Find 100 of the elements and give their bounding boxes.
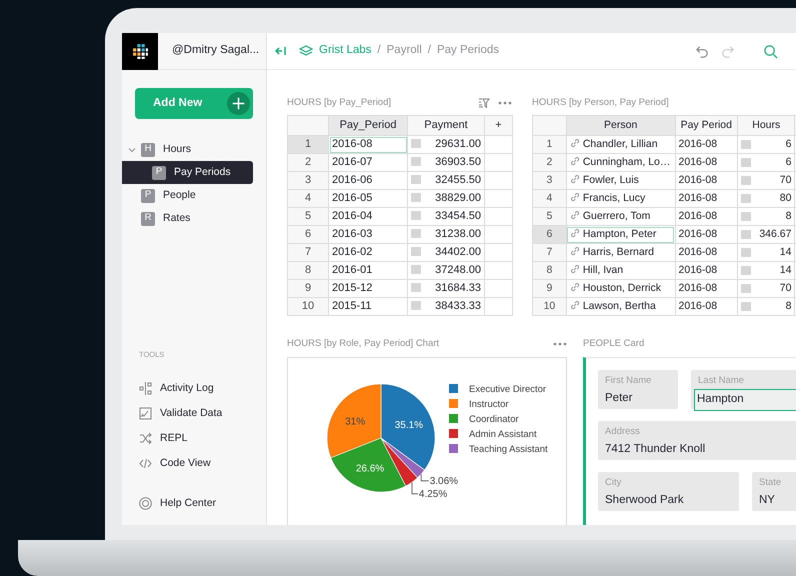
table-cell: 2016-08 bbox=[675, 154, 738, 172]
table-cell: Harris, Bernard bbox=[566, 244, 676, 262]
search-icon[interactable] bbox=[763, 44, 778, 58]
tool-item[interactable]: Validate Data bbox=[139, 401, 266, 426]
user-name[interactable]: @Dmitry Sagal... bbox=[172, 42, 260, 60]
column-header[interactable]: Payment bbox=[408, 116, 484, 136]
tool-item[interactable]: REPL bbox=[139, 426, 266, 451]
formula-icon bbox=[741, 212, 752, 221]
table-cell: 2015-12 bbox=[328, 280, 408, 298]
tool-item[interactable]: Activity Log bbox=[139, 376, 266, 401]
table-cell: 2016-08 bbox=[675, 136, 738, 154]
row-number[interactable]: 2 bbox=[532, 154, 566, 172]
sort-filter-icon[interactable] bbox=[478, 98, 490, 108]
card-field[interactable]: State NY bbox=[752, 472, 796, 511]
column-header[interactable]: Person bbox=[566, 116, 676, 136]
link-icon bbox=[570, 192, 580, 202]
table-cell: 32455.50 bbox=[408, 172, 484, 190]
table-cell: 2016-08 bbox=[328, 136, 408, 154]
table-cell: 2016-08 bbox=[675, 226, 738, 244]
legend-label[interactable]: Coordinator bbox=[469, 414, 519, 425]
row-number[interactable]: 4 bbox=[288, 190, 328, 208]
field-value: Sherwood Park bbox=[605, 493, 685, 508]
table-cell: 2016-08 bbox=[675, 172, 738, 190]
undo-icon[interactable] bbox=[695, 44, 710, 58]
card-field[interactable]: First Name Peter bbox=[598, 370, 678, 409]
legend-label[interactable]: Admin Assistant bbox=[469, 429, 537, 440]
table-cell: 29631.00 bbox=[408, 136, 484, 154]
column-header[interactable]: Pay Period bbox=[675, 116, 738, 136]
row-number[interactable]: 9 bbox=[288, 280, 328, 298]
legend-label[interactable]: Executive Director bbox=[469, 384, 546, 395]
page-item[interactable]: P People bbox=[122, 184, 253, 207]
row-number[interactable]: 2 bbox=[288, 154, 328, 172]
row-number[interactable]: 9 bbox=[532, 280, 566, 298]
field-label: First Name bbox=[605, 374, 652, 388]
row-number[interactable]: 10 bbox=[288, 298, 328, 316]
table-cell: Francis, Lucy bbox=[566, 190, 676, 208]
row-number[interactable]: 8 bbox=[288, 262, 328, 280]
lifebuoy-icon bbox=[139, 497, 152, 510]
row-number[interactable]: 7 bbox=[288, 244, 328, 262]
logo-icon[interactable] bbox=[132, 42, 148, 60]
table-cell: Hill, Ivan bbox=[566, 262, 676, 280]
more-menu-icon[interactable] bbox=[553, 342, 567, 346]
row-number[interactable]: 1 bbox=[288, 136, 328, 154]
activity-log-icon bbox=[139, 382, 152, 395]
table-cell: Houston, Derrick bbox=[566, 280, 676, 298]
column-header[interactable]: Hours bbox=[738, 116, 795, 136]
table-cell: 2016-06 bbox=[328, 172, 408, 190]
table-cell: 8 bbox=[738, 208, 795, 226]
field-value: Hampton bbox=[695, 390, 796, 410]
formula-icon bbox=[741, 194, 752, 203]
link-icon bbox=[570, 228, 580, 238]
column-header[interactable]: Pay_Period bbox=[328, 116, 408, 136]
widget-title: HOURS [by Person, Pay Period] bbox=[532, 96, 669, 110]
formula-icon bbox=[741, 140, 752, 149]
leader-line bbox=[412, 482, 418, 494]
legend-label[interactable]: Instructor bbox=[469, 399, 509, 410]
card-field[interactable]: Last Name Hampton bbox=[691, 370, 796, 409]
field-label: Address bbox=[605, 425, 641, 439]
row-number[interactable]: 10 bbox=[532, 298, 566, 316]
field-value: 7412 Thunder Knoll bbox=[605, 442, 706, 458]
collapse-panel-icon[interactable] bbox=[275, 45, 287, 57]
table-cell: 2016-07 bbox=[328, 154, 408, 172]
table-cell: 34402.00 bbox=[408, 244, 484, 262]
row-number[interactable]: 6 bbox=[532, 226, 566, 244]
page-item[interactable]: R Rates bbox=[122, 207, 253, 230]
legend-label[interactable]: Teaching Assistant bbox=[469, 444, 548, 455]
add-column-button[interactable]: + bbox=[484, 116, 512, 136]
slice-label: 31% bbox=[345, 416, 366, 428]
tool-item[interactable]: Code View bbox=[139, 451, 266, 476]
field-value: NY bbox=[759, 493, 776, 508]
page-item[interactable]: P Pay Periods bbox=[122, 161, 253, 184]
row-number[interactable]: 7 bbox=[532, 244, 566, 262]
link-icon bbox=[570, 174, 580, 184]
formula-icon bbox=[741, 248, 752, 257]
table-cell: 2015-11 bbox=[328, 298, 408, 316]
more-menu-icon[interactable] bbox=[498, 101, 512, 105]
row-number[interactable]: 3 bbox=[532, 172, 566, 190]
link-icon bbox=[570, 210, 580, 220]
plus-icon bbox=[227, 92, 250, 115]
row-number[interactable]: 8 bbox=[532, 262, 566, 280]
widget-title: HOURS [by Pay_Period] bbox=[287, 96, 392, 110]
card-field[interactable]: Address 7412 Thunder Knoll bbox=[598, 421, 796, 460]
row-number[interactable]: 3 bbox=[288, 172, 328, 190]
row-number[interactable]: 5 bbox=[288, 208, 328, 226]
row-number[interactable]: 1 bbox=[532, 136, 566, 154]
table-cell: 2016-05 bbox=[328, 190, 408, 208]
page-item[interactable]: H Hours bbox=[122, 138, 253, 161]
row-number[interactable]: 4 bbox=[532, 190, 566, 208]
card-field[interactable]: City Sherwood Park bbox=[598, 472, 739, 511]
breadcrumb-separator: / bbox=[428, 43, 431, 58]
table-cell: 2016-02 bbox=[328, 244, 408, 262]
table-cell: 38829.00 bbox=[408, 190, 484, 208]
table-cell: Cunningham, Lo… bbox=[566, 154, 676, 172]
link-icon bbox=[570, 264, 580, 274]
legend-swatch bbox=[449, 384, 458, 393]
help-center-link[interactable]: Help Center bbox=[139, 491, 266, 516]
widget-title: HOURS [by Role, Pay Period] Chart bbox=[287, 336, 440, 351]
row-number[interactable]: 6 bbox=[288, 226, 328, 244]
table-cell: 31684.33 bbox=[408, 280, 484, 298]
row-number[interactable]: 5 bbox=[532, 208, 566, 226]
